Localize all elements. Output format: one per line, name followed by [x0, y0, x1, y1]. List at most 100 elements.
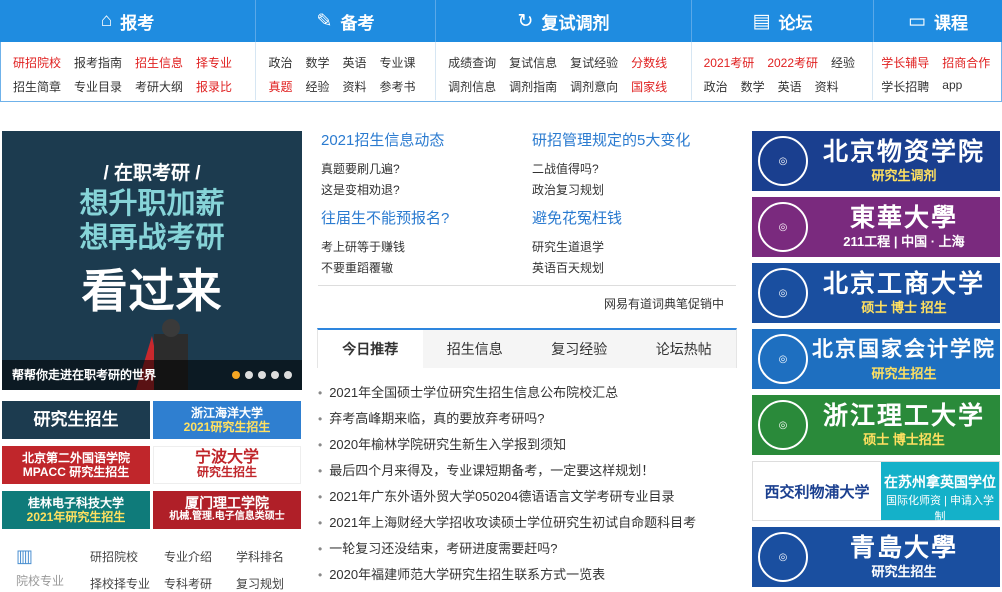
nav-tab-beikao[interactable]: ✎ 备考: [256, 0, 436, 42]
submenu-link[interactable]: 英语: [778, 78, 802, 95]
ad-yanjiusheng[interactable]: 研究生招生: [2, 401, 150, 439]
tab-forum[interactable]: 论坛热帖: [632, 330, 737, 368]
list-item[interactable]: 2021年全国硕士学位研究生招生信息公布院校汇总: [318, 383, 738, 409]
quick-link[interactable]: 择校择专业: [90, 575, 164, 592]
news-item[interactable]: 考上研等于赚钱: [321, 238, 405, 255]
submenu-link[interactable]: 学长辅导: [881, 54, 929, 71]
ad-qdu[interactable]: ◎ 青島大學 研究生招生: [752, 527, 1000, 587]
quick-link[interactable]: 研招院校: [90, 548, 164, 565]
submenu-link[interactable]: 调剂信息: [448, 78, 496, 95]
list-item[interactable]: 2020年榆林学院研究生新生入学报到须知: [318, 435, 738, 461]
submenu-link[interactable]: 报录比: [196, 78, 232, 95]
tab-recommend[interactable]: 今日推荐: [318, 330, 423, 368]
submenu-link[interactable]: 成绩查询: [448, 54, 496, 71]
carousel-dot[interactable]: [258, 371, 266, 379]
ad-bwu[interactable]: ◎ 北京物资学院 研究生调剂: [752, 131, 1000, 191]
news-headline[interactable]: 研招管理规定的5大变化: [532, 129, 690, 150]
nav-tab-fushi[interactable]: ↻ 复试调剂: [436, 0, 692, 42]
ad-xmut[interactable]: 厦门理工学院 机械.管理.电子信息类硕士: [153, 491, 301, 529]
news-item[interactable]: 真题要刷几遍?: [321, 160, 400, 177]
nav-tab-baokao[interactable]: ⌂ 报考: [0, 0, 256, 42]
ad-zstu[interactable]: ◎ 浙江理工大学 硕士 博士招生: [752, 395, 1000, 455]
list-item[interactable]: 2021年广东外语外贸大学050204德语语言文学考研专业目录: [318, 487, 738, 513]
list-item[interactable]: 一轮复习还没结束，考研进度需要赶吗?: [318, 539, 738, 565]
divider: [318, 285, 736, 286]
hero-banner[interactable]: / 在职考研 / 想升职加薪 想再战考研 看过来 帮帮你走进在职考研的世界: [2, 131, 302, 390]
submenu-link[interactable]: 2021考研: [704, 54, 755, 71]
quick-link[interactable]: 专业介绍: [164, 548, 236, 565]
carousel-dot[interactable]: [271, 371, 279, 379]
quick-link[interactable]: 复习规划: [236, 575, 296, 592]
list-item[interactable]: 最后四个月来得及，专业课短期备考，一定要这样规划！: [318, 461, 738, 487]
nav-tab-kecheng[interactable]: ▭ 课程: [874, 0, 1002, 42]
ad-xjtlu[interactable]: 西交利物浦大学 在苏州拿英国学位 国际化师资 | 申请入学制: [752, 461, 1000, 523]
building-icon: ▥: [16, 546, 34, 566]
submenu-link[interactable]: 招商合作: [942, 54, 990, 71]
submenu-link[interactable]: 专业课: [380, 54, 416, 71]
content-tabs: 今日推荐 招生信息 复习经验 论坛热帖: [317, 328, 737, 368]
submenu-link[interactable]: 政治: [704, 78, 728, 95]
news-item[interactable]: 二战值得吗?: [532, 160, 599, 177]
submenu-link[interactable]: app: [942, 78, 962, 95]
submenu-link[interactable]: 调剂指南: [509, 78, 557, 95]
pen-icon: ✎: [316, 10, 333, 32]
list-item[interactable]: 弃考高峰期来临，真的要放弃考研吗?: [318, 409, 738, 435]
news-item[interactable]: 政治复习规划: [532, 181, 604, 198]
news-item[interactable]: 英语百天规划: [532, 259, 604, 276]
submenu-link[interactable]: 数学: [306, 54, 330, 71]
submenu-link[interactable]: 研招院校: [13, 54, 61, 71]
banner-headline: 想升职加薪 想再战考研: [79, 188, 225, 254]
submenu-link[interactable]: 招生信息: [135, 54, 183, 71]
submenu-link[interactable]: 资料: [815, 78, 839, 95]
submenu-link[interactable]: 经验: [831, 54, 855, 71]
submenu-link[interactable]: 真题: [268, 78, 292, 95]
submenu-link[interactable]: 报考指南: [74, 54, 122, 71]
school-seal-icon: ◎: [758, 268, 808, 318]
submenu-link[interactable]: 英语: [343, 54, 367, 71]
school-seal-icon: ◎: [758, 334, 808, 384]
news-item[interactable]: 这是变相劝退?: [321, 181, 400, 198]
ad-zhejiang-ocean[interactable]: 浙江海洋大学 2021研究生招生: [153, 401, 301, 439]
ad-nai[interactable]: ◎ 北京国家会计学院 研究生招生: [752, 329, 1000, 389]
quick-link[interactable]: 学科排名: [236, 548, 296, 565]
tab-review[interactable]: 复习经验: [527, 330, 632, 368]
tab-admission[interactable]: 招生信息: [423, 330, 528, 368]
submenu-link[interactable]: 参考书: [380, 78, 416, 95]
submenu-link[interactable]: 2022考研: [767, 54, 818, 71]
list-item[interactable]: 2021年上海财经大学招收攻读硕士学位研究生初试自命题科目考: [318, 513, 738, 539]
ad-ningbo[interactable]: 宁波大学 研究生招生: [153, 446, 301, 484]
news-item[interactable]: 研究生道退学: [532, 238, 604, 255]
quick-link[interactable]: 专科考研: [164, 575, 236, 592]
nav-tab-luntan[interactable]: ▤ 论坛: [692, 0, 874, 42]
submenu-link[interactable]: 数学: [741, 78, 765, 95]
carousel-dot[interactable]: [245, 371, 253, 379]
news-headline[interactable]: 往届生不能预报名?: [321, 207, 449, 228]
ad-btbu[interactable]: ◎ 北京工商大学 硕士 博士 招生: [752, 263, 1000, 323]
submenu-link[interactable]: 经验: [306, 78, 330, 95]
ad-guet[interactable]: 桂林电子科技大学 2021年研究生招生: [2, 491, 150, 529]
submenu-link[interactable]: 招生简章: [13, 78, 61, 95]
submenu-link[interactable]: 资料: [343, 78, 367, 95]
list-item[interactable]: 2020年福建师范大学研究生招生联系方式一览表: [318, 565, 738, 591]
ad-bisu[interactable]: 北京第二外国语学院 MPACC 研究生招生: [2, 446, 150, 484]
promo-link[interactable]: 网易有道词典笔促销中: [604, 295, 724, 312]
news-headline[interactable]: 避免花冤枉钱: [532, 207, 622, 228]
submenu-link[interactable]: 学长招聘: [881, 78, 929, 95]
submenu-col-kecheng: 学长辅导 招商合作 学长招聘 app: [873, 42, 1001, 100]
news-headline[interactable]: 2021招生信息动态: [321, 129, 444, 150]
submenu-link[interactable]: 分数线: [631, 54, 667, 71]
submenu-link[interactable]: 专业目录: [74, 78, 122, 95]
news-item[interactable]: 不要重蹈覆辙: [321, 259, 393, 276]
submenu-link[interactable]: 政治: [268, 54, 292, 71]
submenu-link[interactable]: 择专业: [196, 54, 232, 71]
carousel-dot[interactable]: [284, 371, 292, 379]
submenu-link[interactable]: 复试经验: [570, 54, 618, 71]
carousel-dot[interactable]: [232, 371, 240, 379]
article-list: 2021年全国硕士学位研究生招生信息公布院校汇总 弃考高峰期来临，真的要放弃考研…: [318, 383, 738, 591]
ad-dhu[interactable]: ◎ 東華大學 211工程 | 中国 · 上海: [752, 197, 1000, 257]
submenu-link[interactable]: 调剂意向: [570, 78, 618, 95]
submenu-link[interactable]: 考研大纲: [135, 78, 183, 95]
chat-icon: ▤: [752, 10, 771, 32]
submenu-link[interactable]: 复试信息: [509, 54, 557, 71]
submenu-link[interactable]: 国家线: [631, 78, 667, 95]
